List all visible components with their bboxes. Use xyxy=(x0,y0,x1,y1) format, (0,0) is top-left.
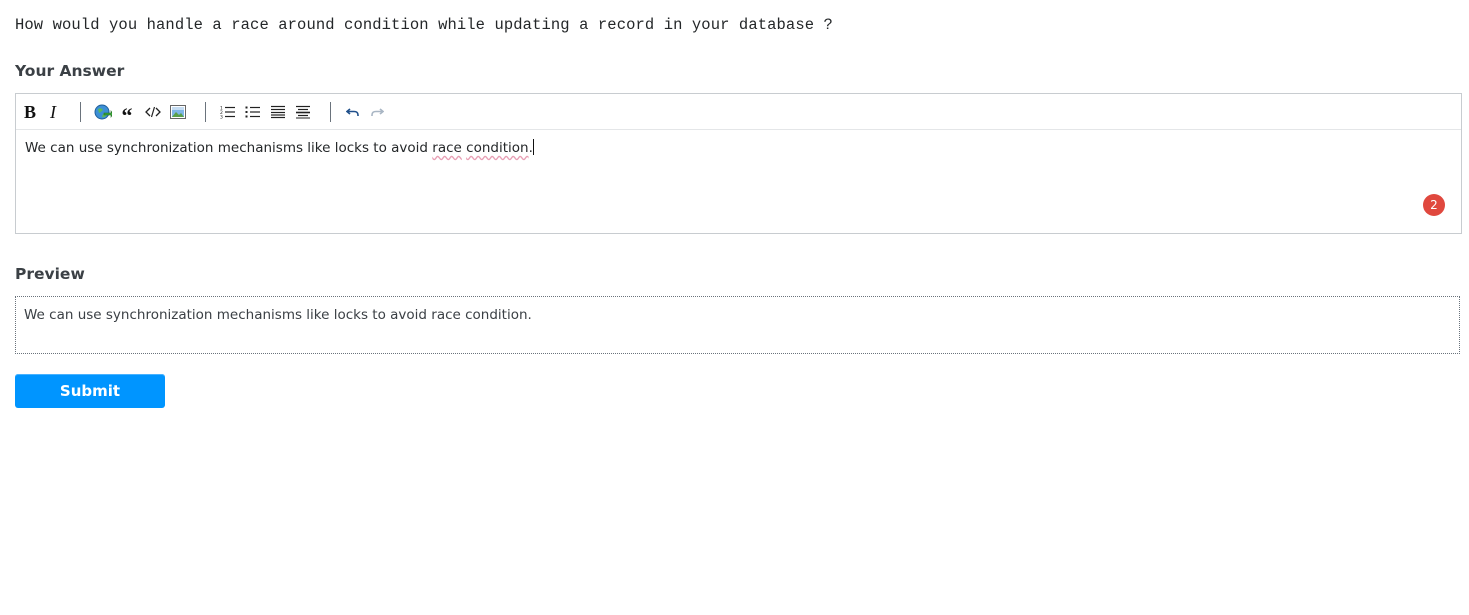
submit-button[interactable]: Submit xyxy=(15,374,165,408)
italic-button[interactable]: I xyxy=(43,102,63,122)
svg-text:3: 3 xyxy=(220,115,223,120)
horizontal-rule-button[interactable] xyxy=(293,102,313,122)
bulleted-list-icon xyxy=(245,106,260,118)
toolbar-divider xyxy=(80,102,81,122)
link-button[interactable] xyxy=(93,102,113,122)
numbered-list-button[interactable]: 1 2 3 xyxy=(218,102,238,122)
toolbar-divider xyxy=(205,102,206,122)
heading-icon xyxy=(271,105,285,119)
editor-toolbar: B I “ 1 2 3 xyxy=(16,94,1461,130)
bold-button[interactable]: B xyxy=(20,102,40,122)
bulleted-list-button[interactable] xyxy=(243,102,263,122)
blockquote-icon: “ xyxy=(121,103,133,128)
preview-box: We can use synchronization mechanisms li… xyxy=(15,296,1460,354)
italic-icon: I xyxy=(50,101,56,122)
image-icon xyxy=(170,105,186,119)
redo-icon xyxy=(371,108,384,116)
question-text: How would you handle a race around condi… xyxy=(15,16,833,34)
redo-button[interactable] xyxy=(367,102,387,122)
editor-content[interactable]: We can use synchronization mechanisms li… xyxy=(25,139,534,156)
horizontal-rule-icon xyxy=(296,105,310,119)
misspelled-word[interactable]: race xyxy=(432,140,462,156)
answer-editor[interactable]: B I “ 1 2 3 We can use synchronization m… xyxy=(15,93,1462,234)
blockquote-button[interactable]: “ xyxy=(117,102,137,127)
editor-text-area[interactable]: We can use synchronization mechanisms li… xyxy=(16,130,1461,233)
image-button[interactable] xyxy=(168,102,188,122)
preview-label: Preview xyxy=(15,265,85,283)
numbered-list-icon: 1 2 3 xyxy=(220,106,235,120)
toolbar-divider xyxy=(330,102,331,122)
code-icon xyxy=(145,106,161,118)
text-caret xyxy=(532,139,534,155)
undo-icon xyxy=(346,108,359,116)
editor-text-segment: We can use synchronization mechanisms li… xyxy=(25,140,433,156)
link-icon xyxy=(94,104,112,120)
bold-icon: B xyxy=(23,101,36,122)
preview-text: We can use synchronization mechanisms li… xyxy=(24,307,532,323)
code-button[interactable] xyxy=(143,102,163,122)
undo-button[interactable] xyxy=(343,102,363,122)
misspelled-word[interactable]: condition xyxy=(466,140,528,156)
spellcheck-count-badge[interactable]: 2 xyxy=(1423,194,1445,216)
heading-button[interactable] xyxy=(268,102,288,122)
your-answer-label: Your Answer xyxy=(15,62,125,80)
